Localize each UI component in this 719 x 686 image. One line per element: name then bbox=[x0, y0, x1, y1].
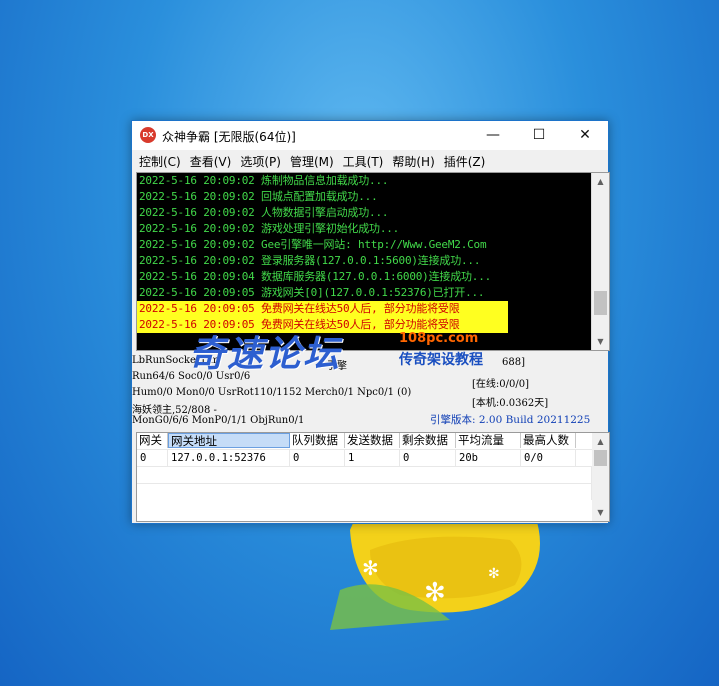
log-line: 2022-5-16 20:09:02 登录服务器(127.0.0.1:5600)… bbox=[139, 254, 481, 267]
menu-plugins[interactable]: 插件(Z) bbox=[441, 150, 492, 172]
scroll-down-icon[interactable]: ▼ bbox=[592, 333, 609, 350]
cell-avg-traffic: 20b bbox=[456, 450, 521, 466]
log-line: 2022-5-16 20:09:04 数据库服务器(127.0.0.1:6000… bbox=[139, 270, 492, 283]
window-title: 众神争霸 [无限版(64位)] bbox=[162, 130, 296, 144]
sparkle-icon: ✻ bbox=[362, 556, 379, 580]
table-header: 网关 网关地址 队列数据 发送数据 剩余数据 平均流量 最高人数 bbox=[137, 433, 609, 449]
cell-gateway: 0 bbox=[137, 450, 168, 466]
minimize-button[interactable]: — bbox=[470, 121, 516, 150]
log-line: 2022-5-16 20:09:02 人物数据引擎启动成功... bbox=[139, 206, 389, 219]
log-line: 2022-5-16 20:09:05 游戏网关[0](127.0.0.1:523… bbox=[139, 286, 485, 299]
socket-status: LbRunSocketTim bbox=[132, 355, 220, 366]
sparkle-icon: ✻ bbox=[488, 566, 500, 582]
sparkle-icon: ✻ bbox=[424, 578, 446, 608]
uptime-status: [本机:0.0362天] bbox=[472, 398, 549, 409]
table-scrollbar[interactable]: ▲ ▼ bbox=[592, 433, 609, 521]
cell-remaining: 0 bbox=[400, 450, 456, 466]
title-bar[interactable]: DX 众神争霸 [无限版(64位)] — ☐ ✕ bbox=[132, 121, 608, 150]
log-line-warning: 2022-5-16 20:09:05 免费网关在线达50人后, 部分功能将受限 bbox=[137, 317, 508, 333]
engine-version: 引擎版本: 2.00 Build 20211225 bbox=[430, 414, 591, 426]
scroll-up-icon[interactable]: ▲ bbox=[592, 173, 609, 190]
app-window: DX 众神争霸 [无限版(64位)] — ☐ ✕ 控制(C) 查看(V) 选项(… bbox=[131, 120, 610, 524]
log-scrollbar[interactable]: ▲ ▼ bbox=[591, 173, 609, 350]
scroll-up-icon[interactable]: ▲ bbox=[592, 433, 609, 450]
gateway-table[interactable]: 网关 网关地址 队列数据 发送数据 剩余数据 平均流量 最高人数 0 127.0… bbox=[136, 432, 610, 522]
log-panel[interactable]: 2022-5-16 20:09:02 炼制物品信息加载成功... 2022-5-… bbox=[136, 172, 610, 351]
cell-sent: 1 bbox=[345, 450, 400, 466]
hum-status: Hum0/0 Mon0/0 UsrRot110/1152 Merch0/1 Np… bbox=[132, 387, 412, 398]
col-sent[interactable]: 发送数据 bbox=[345, 433, 400, 448]
log-line: 2022-5-16 20:09:02 Gee引擎唯一网站: http://Www… bbox=[139, 238, 487, 251]
table-row[interactable]: 0 127.0.0.1:52376 0 1 0 20b 0/0 bbox=[137, 449, 609, 466]
status-panel: LbRunSocketTim 引擎 688] Run64/6 Soc0/0 Us… bbox=[132, 353, 608, 431]
close-button[interactable]: ✕ bbox=[562, 121, 608, 150]
maximize-button[interactable]: ☐ bbox=[516, 121, 562, 150]
menu-bar: 控制(C) 查看(V) 选项(P) 管理(M) 工具(T) 帮助(H) 插件(Z… bbox=[132, 150, 608, 172]
cell-max-players: 0/0 bbox=[521, 450, 576, 466]
run-status: Run64/6 Soc0/0 Usr0/6 bbox=[132, 371, 251, 382]
menu-options[interactable]: 选项(P) bbox=[237, 150, 287, 172]
menu-tools[interactable]: 工具(T) bbox=[340, 150, 390, 172]
boss-status: 海妖领主,52/808 - bbox=[132, 405, 217, 416]
online-status: [在线:0/0/0] bbox=[472, 379, 529, 390]
col-max-players[interactable]: 最高人数 bbox=[521, 433, 576, 448]
menu-control[interactable]: 控制(C) bbox=[136, 150, 187, 172]
table-row-empty bbox=[137, 483, 609, 500]
mongen-status: MonG0/6/6 MonP0/1/1 ObjRun0/1 bbox=[132, 415, 305, 426]
col-address[interactable]: 网关地址 bbox=[168, 433, 290, 448]
col-remaining[interactable]: 剩余数据 bbox=[400, 433, 456, 448]
col-gateway[interactable]: 网关 bbox=[137, 433, 168, 448]
log-line: 2022-5-16 20:09:02 回城点配置加载成功... bbox=[139, 190, 378, 203]
menu-manage[interactable]: 管理(M) bbox=[287, 150, 340, 172]
log-line: 2022-5-16 20:09:02 游戏处理引擎初始化成功... bbox=[139, 222, 400, 235]
log-list: 2022-5-16 20:09:02 炼制物品信息加载成功... 2022-5-… bbox=[137, 173, 592, 350]
count-value: 688] bbox=[502, 357, 525, 368]
scroll-down-icon[interactable]: ▼ bbox=[592, 504, 609, 521]
menu-view[interactable]: 查看(V) bbox=[187, 150, 238, 172]
cell-address: 127.0.0.1:52376 bbox=[168, 450, 290, 466]
app-logo-icon: DX bbox=[140, 127, 156, 143]
log-line: 2022-5-16 20:09:02 炼制物品信息加载成功... bbox=[139, 174, 389, 187]
cell-queue: 0 bbox=[290, 450, 345, 466]
table-row-empty bbox=[137, 466, 609, 483]
col-queue[interactable]: 队列数据 bbox=[290, 433, 345, 448]
log-line-warning: 2022-5-16 20:09:05 免费网关在线达50人后, 部分功能将受限 bbox=[137, 301, 508, 317]
col-avg-traffic[interactable]: 平均流量 bbox=[456, 433, 521, 448]
scroll-thumb[interactable] bbox=[594, 291, 607, 316]
menu-help[interactable]: 帮助(H) bbox=[389, 150, 440, 172]
count-label: 引擎 bbox=[327, 361, 347, 372]
scroll-thumb[interactable] bbox=[594, 450, 607, 466]
